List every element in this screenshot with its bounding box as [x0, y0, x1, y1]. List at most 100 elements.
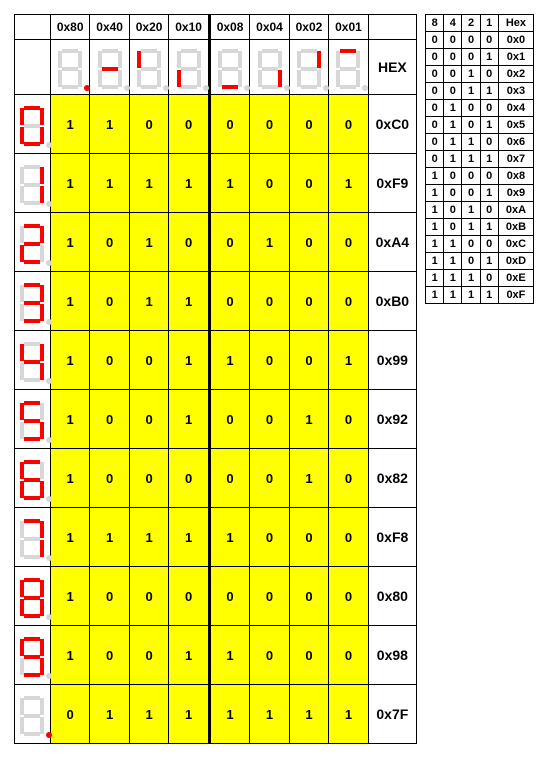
- bit-cell: 0: [250, 154, 289, 213]
- digit-icon: [15, 331, 51, 390]
- table-row: 100000100x82: [15, 449, 417, 508]
- bit-cell: 0: [129, 449, 168, 508]
- seg-header-icon: [50, 40, 89, 95]
- digit-icon: [15, 567, 51, 626]
- side-cell: 1: [426, 202, 444, 219]
- side-cell: 0: [480, 236, 498, 253]
- bit-cell: 1: [90, 685, 129, 744]
- side-cell: 0xE: [498, 270, 533, 287]
- bit-cell: 1: [289, 390, 328, 449]
- side-cell: 1: [462, 202, 480, 219]
- table-row: 110000000xC0: [15, 95, 417, 154]
- seven-seg-icon: [20, 106, 44, 146]
- side-cell: 0: [426, 134, 444, 151]
- side-cell: 1: [426, 185, 444, 202]
- side-cell: 0: [444, 219, 462, 236]
- side-cell: 0: [480, 100, 498, 117]
- hex-cell: 0x98: [368, 626, 416, 685]
- hex-nibble-table: 8421Hex00000x000010x100100x200110x301000…: [425, 14, 534, 304]
- side-cell: 1: [426, 168, 444, 185]
- side-cell: 0xB: [498, 219, 533, 236]
- side-cell: 1: [480, 287, 498, 304]
- corner-cell: [15, 15, 51, 40]
- seven-seg-icon: [20, 460, 44, 500]
- hex-cell: 0xF8: [368, 508, 416, 567]
- bit-cell: 1: [329, 154, 368, 213]
- bit-cell: 1: [289, 449, 328, 508]
- bit-cell: 1: [90, 95, 129, 154]
- seven-seg-icon: [258, 49, 282, 89]
- bit-cell: 1: [50, 626, 89, 685]
- side-cell: 0: [426, 100, 444, 117]
- side-cell: 1: [462, 66, 480, 83]
- side-cell: 0: [462, 185, 480, 202]
- table-row: 011111110x7F: [15, 685, 417, 744]
- side-cell: 1: [462, 287, 480, 304]
- side-cell: 1: [426, 253, 444, 270]
- table-row: 101001000xA4: [15, 213, 417, 272]
- side-cell: 0xA: [498, 202, 533, 219]
- bit-cell: 0: [90, 390, 129, 449]
- seven-seg-icon: [20, 578, 44, 618]
- hex-cell: 0x80: [368, 567, 416, 626]
- bit-cell: 0: [209, 272, 249, 331]
- bit-cell: 0: [169, 213, 209, 272]
- side-cell: 0x2: [498, 66, 533, 83]
- bit-cell: 0: [250, 626, 289, 685]
- bit-cell: 1: [129, 685, 168, 744]
- side-cell: 0x0: [498, 32, 533, 49]
- side-cell: 1: [426, 219, 444, 236]
- side-row: 01110x7: [426, 151, 534, 168]
- seven-seg-icon: [20, 637, 44, 677]
- bit-cell: 0: [169, 567, 209, 626]
- side-cell: 0: [480, 168, 498, 185]
- col-header: 0x08: [209, 15, 249, 40]
- side-cell: 1: [444, 270, 462, 287]
- side-cell: 0: [426, 49, 444, 66]
- side-cell: 0x3: [498, 83, 533, 100]
- bit-cell: 0: [209, 213, 249, 272]
- bit-cell: 0: [329, 449, 368, 508]
- side-cell: 0: [444, 66, 462, 83]
- bit-cell: 0: [250, 449, 289, 508]
- side-row: 11000xC: [426, 236, 534, 253]
- side-cell: 1: [462, 151, 480, 168]
- bit-cell: 1: [329, 685, 368, 744]
- side-cell: 0: [462, 49, 480, 66]
- side-row: 00010x1: [426, 49, 534, 66]
- seven-seg-icon: [137, 49, 161, 89]
- side-cell: 1: [444, 134, 462, 151]
- bit-cell: 0: [209, 95, 249, 154]
- col-header: 0x02: [289, 15, 328, 40]
- side-cell: 0: [444, 32, 462, 49]
- hex-cell: 0x82: [368, 449, 416, 508]
- bit-cell: 0: [250, 508, 289, 567]
- bit-cell: 1: [50, 390, 89, 449]
- side-row: 11110xF: [426, 287, 534, 304]
- seg-header-icon: [250, 40, 289, 95]
- bit-cell: 1: [50, 331, 89, 390]
- seven-seg-icon: [218, 49, 242, 89]
- seven-seg-icon: [336, 49, 360, 89]
- side-col-header: 8: [426, 15, 444, 32]
- bit-cell: 0: [329, 95, 368, 154]
- side-cell: 0: [444, 83, 462, 100]
- side-cell: 0x9: [498, 185, 533, 202]
- side-cell: 0: [462, 32, 480, 49]
- bit-cell: 1: [129, 154, 168, 213]
- hex-cell: 0x7F: [368, 685, 416, 744]
- col-header: 0x01: [329, 15, 368, 40]
- bit-cell: 1: [169, 154, 209, 213]
- bit-cell: 0: [289, 95, 328, 154]
- bit-cell: 0: [129, 567, 168, 626]
- side-cell: 1: [426, 270, 444, 287]
- seven-seg-icon: [20, 342, 44, 382]
- bit-cell: 1: [129, 272, 168, 331]
- hex-cell: 0xF9: [368, 154, 416, 213]
- bit-cell: 0: [329, 567, 368, 626]
- side-row: 11010xD: [426, 253, 534, 270]
- side-cell: 0: [462, 100, 480, 117]
- bit-cell: 0: [169, 449, 209, 508]
- seven-seg-icon: [58, 49, 82, 89]
- digit-icon: [15, 449, 51, 508]
